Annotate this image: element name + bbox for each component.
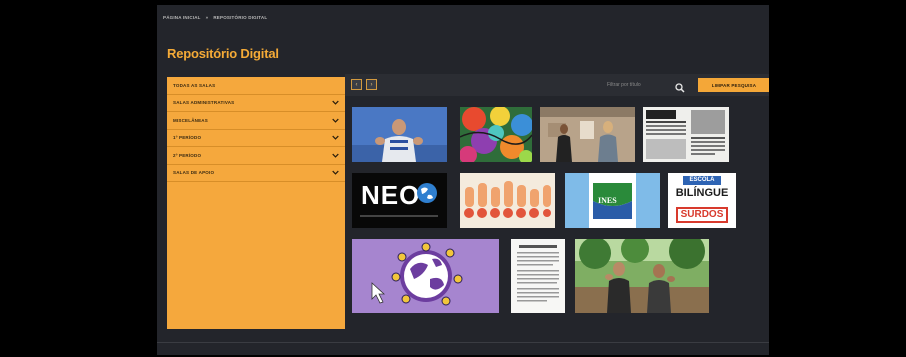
- media-grid: NEO INES ESCOLA BILÍNGUE SURDOS: [345, 96, 769, 326]
- bilingue-line1: ESCOLA: [683, 176, 721, 185]
- sidebar-item-all-rooms[interactable]: TODAS AS SALAS: [167, 77, 345, 95]
- app-window: PÁGINA INICIAL » REPOSITÓRIO DIGITAL Rep…: [157, 5, 769, 355]
- sidebar-item-label: 1º PERÍODO: [173, 135, 202, 141]
- search-input[interactable]: [607, 79, 667, 91]
- footer-divider: [157, 342, 769, 343]
- bilingue-line3: SURDOS: [676, 207, 728, 223]
- media-thumbnail-sign-language-man[interactable]: [352, 107, 447, 162]
- ines-logo-text: INES: [598, 196, 617, 205]
- media-thumbnail-colorful-painting[interactable]: [460, 107, 532, 162]
- sidebar-item-miscellaneous[interactable]: MISCELÂNEAS: [167, 112, 345, 130]
- media-thumbnail-sign-hands[interactable]: [460, 173, 555, 228]
- sidebar-item-admin-rooms[interactable]: SALAS ADMINISTRATIVAS: [167, 95, 345, 112]
- media-thumbnail-ines-flag[interactable]: INES: [565, 173, 660, 228]
- media-thumbnail-globe-network[interactable]: [352, 239, 499, 313]
- bilingue-line2: BILÍNGUE: [675, 187, 729, 199]
- media-thumbnail-neo-logo[interactable]: NEO: [352, 173, 447, 228]
- sidebar-item-label: SALAS ADMINISTRATIVAS: [173, 100, 235, 106]
- media-thumbnail-document-page[interactable]: [511, 239, 565, 313]
- globe-icon: [417, 183, 437, 203]
- repository-toolbar: ‹ › LIMPAR PESQUISA: [345, 74, 769, 96]
- sidebar-item-support-rooms[interactable]: SALAS DE APOIO: [167, 165, 345, 182]
- category-sidebar: TODAS AS SALAS SALAS ADMINISTRATIVAS MIS…: [167, 77, 345, 329]
- next-page-button[interactable]: ›: [366, 79, 377, 90]
- chevron-down-icon[interactable]: [331, 169, 339, 177]
- breadcrumb-home[interactable]: PÁGINA INICIAL: [163, 15, 201, 20]
- page-title: Repositório Digital: [167, 46, 279, 61]
- media-thumbnail-outdoor-women[interactable]: [575, 239, 709, 313]
- sidebar-item-first-period[interactable]: 1º PERÍODO: [167, 130, 345, 147]
- chevron-down-icon[interactable]: [331, 116, 339, 124]
- sidebar-item-label: 2º PERÍODO: [173, 152, 202, 158]
- sidebar-item-second-period[interactable]: 2º PERÍODO: [167, 147, 345, 165]
- search-icon[interactable]: [675, 80, 685, 93]
- breadcrumb: PÁGINA INICIAL » REPOSITÓRIO DIGITAL: [163, 15, 267, 20]
- breadcrumb-current: REPOSITÓRIO DIGITAL: [213, 15, 268, 20]
- sidebar-item-label: TODAS AS SALAS: [173, 82, 216, 88]
- previous-page-button[interactable]: ‹: [351, 79, 362, 90]
- clear-search-button[interactable]: LIMPAR PESQUISA: [698, 78, 769, 92]
- sidebar-item-label: MISCELÂNEAS: [173, 117, 208, 123]
- media-thumbnail-newspaper-clipping[interactable]: [643, 107, 729, 162]
- chevron-down-icon[interactable]: [331, 99, 339, 107]
- media-thumbnail-exhibition-women[interactable]: [540, 107, 635, 162]
- breadcrumb-separator: »: [205, 15, 209, 20]
- sidebar-item-label: SALAS DE APOIO: [173, 170, 215, 176]
- media-thumbnail-bilingual-school[interactable]: ESCOLA BILÍNGUE SURDOS: [668, 173, 736, 228]
- neo-logo-text: NEO: [361, 180, 421, 210]
- chevron-down-icon[interactable]: [331, 134, 339, 142]
- chevron-down-icon[interactable]: [331, 151, 339, 159]
